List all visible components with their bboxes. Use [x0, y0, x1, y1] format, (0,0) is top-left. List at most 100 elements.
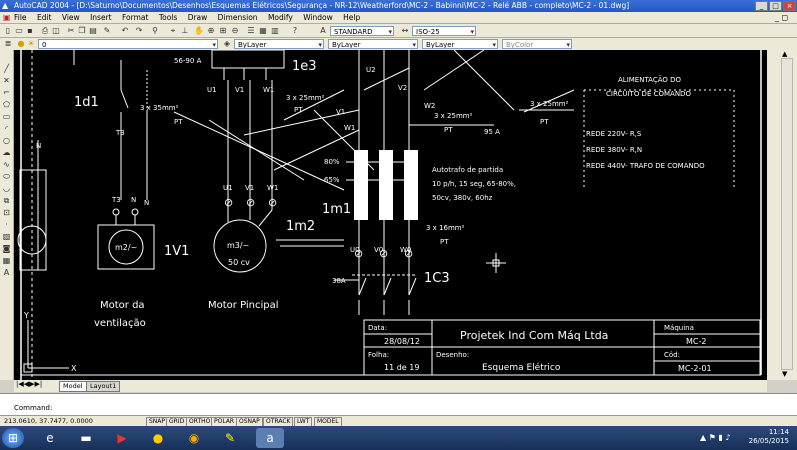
ellipse-icon[interactable]: ⬭: [1, 172, 12, 182]
linetype-select[interactable]: ByLayer: [328, 39, 418, 49]
ucs-y-label: Y: [23, 311, 29, 320]
circle-icon[interactable]: ○: [1, 136, 12, 146]
drawing-area[interactable]: ⊘ ⊘ ⊘ ⊘ ⊘ ⊘ 56-90 A 1e3 1d1 T3 N N U1 V1…: [14, 50, 767, 380]
xline-icon[interactable]: ✕: [1, 76, 12, 86]
horizontal-scrollbar[interactable]: |◀◀▶▶| Model Layout1: [14, 380, 767, 392]
command-prompt: Command:: [14, 404, 53, 412]
toolpalettes-icon[interactable]: ▥: [270, 26, 280, 35]
scroll-down-icon[interactable]: ▼: [782, 370, 787, 378]
terminal-n-upper: N: [144, 199, 149, 207]
zoom-realtime-icon[interactable]: ⊕: [206, 26, 216, 35]
menu-dimension[interactable]: Dimension: [218, 13, 258, 22]
text-style-select[interactable]: STANDARD: [330, 26, 394, 36]
terminal-u0: U0: [350, 246, 360, 254]
help-icon[interactable]: ?: [290, 26, 300, 35]
mtext-icon[interactable]: A: [1, 268, 12, 278]
zoom-previous-icon[interactable]: ⊖: [230, 26, 240, 35]
plotstyle-select[interactable]: ByColor: [502, 39, 572, 49]
make-block-icon[interactable]: ⊡: [1, 208, 12, 218]
menu-view[interactable]: View: [62, 13, 80, 22]
system-clock[interactable]: 11:14 26/05/2015: [749, 428, 789, 446]
line-icon[interactable]: ╱: [1, 64, 12, 74]
rectangle-icon[interactable]: ▭: [1, 112, 12, 122]
properties-icon[interactable]: ☰: [246, 26, 256, 35]
draw-toolbar: ╱ ✕ ⌐ ⬠ ▭ ◜ ○ ☁ ∿ ⬭ ◡ ⧉ ⊡ · ▧ ◙ ▦ A: [0, 50, 14, 380]
menu-insert[interactable]: Insert: [90, 13, 112, 22]
lineweight-select[interactable]: ByLayer: [422, 39, 498, 49]
menu-edit[interactable]: Edit: [37, 13, 52, 22]
close-button[interactable]: ×: [783, 1, 796, 11]
menu-draw[interactable]: Draw: [188, 13, 208, 22]
hatch-icon[interactable]: ▧: [1, 232, 12, 242]
supply-line-3: REDE 440V- TRAFO DE COMANDO: [586, 162, 705, 170]
table-icon[interactable]: ▦: [1, 256, 12, 266]
title-bar: ▲ AutoCAD 2004 - [D:\Saturno\Documentos\…: [0, 0, 797, 12]
tab-model[interactable]: Model: [59, 381, 87, 392]
pan-icon[interactable]: ✋: [194, 26, 204, 35]
tray-icons[interactable]: ▲ ⚑ ▮ ♪: [700, 433, 730, 442]
menu-help[interactable]: Help: [343, 13, 360, 22]
layer-select[interactable]: 0: [38, 39, 218, 49]
dim-style-select[interactable]: ISO-25: [412, 26, 476, 36]
polyline-icon[interactable]: ⌐: [1, 88, 12, 98]
cable-pt-mid: PT: [294, 106, 303, 114]
cable-25-far: 3 x 25mm²: [530, 100, 569, 108]
minimize-button[interactable]: _: [755, 1, 768, 11]
hyperlink-icon[interactable]: ⚲: [150, 26, 160, 35]
make-current-icon[interactable]: ◈: [222, 39, 232, 48]
command-window[interactable]: Command:: [0, 393, 797, 416]
region-icon[interactable]: ◙: [1, 244, 12, 254]
tab-nav-icon[interactable]: |◀◀▶▶|: [16, 380, 42, 388]
document-icon[interactable]: ▣: [3, 12, 11, 23]
cut-icon[interactable]: ✂: [66, 26, 76, 35]
vertical-scroll-track[interactable]: [781, 58, 793, 370]
cable-pt-far: PT: [540, 118, 549, 126]
menu-tools[interactable]: Tools: [159, 13, 177, 22]
arc-icon[interactable]: ◜: [1, 124, 12, 134]
spline-icon[interactable]: ∿: [1, 160, 12, 170]
paste-icon[interactable]: ▤: [88, 26, 98, 35]
standard-toolbar: ▯ ▭ ▪ ⎙ ◫ ✂ ❐ ▤ ✎ ↶ ↷ ⚲ ⌖ ⊥ ✋ ⊕ ⊞ ⊖ ☰ ▦ …: [0, 24, 797, 38]
menu-window[interactable]: Window: [303, 13, 333, 22]
preview-icon[interactable]: ◫: [51, 26, 61, 35]
zoom-window-icon[interactable]: ⊞: [218, 26, 228, 35]
maximize-button[interactable]: □: [769, 1, 782, 11]
terminal-v2: V2: [398, 84, 407, 92]
scroll-up-icon[interactable]: ▲: [782, 50, 787, 58]
copy-icon[interactable]: ❐: [77, 26, 87, 35]
layer-manager-icon[interactable]: ≣: [3, 39, 13, 48]
matchprop-icon[interactable]: ✎: [102, 26, 112, 35]
chrome-icon[interactable]: ●: [144, 428, 172, 448]
save-icon[interactable]: ▪: [25, 26, 35, 35]
ucs-icon[interactable]: ⊥: [180, 26, 190, 35]
ellipse-arc-icon[interactable]: ◡: [1, 184, 12, 194]
revcloud-icon[interactable]: ☁: [1, 148, 12, 158]
open-icon[interactable]: ▭: [14, 26, 24, 35]
notes-icon[interactable]: ✎: [216, 428, 244, 448]
autocad-task-icon[interactable]: a: [256, 428, 284, 448]
new-icon[interactable]: ▯: [3, 26, 13, 35]
menu-file[interactable]: File: [14, 13, 27, 22]
media-player-icon[interactable]: ▶: [108, 428, 136, 448]
terminal-v1-top: V1: [235, 86, 244, 94]
start-button[interactable]: ⊞: [2, 428, 24, 448]
menu-format[interactable]: Format: [122, 13, 148, 22]
tab-layout1[interactable]: Layout1: [86, 381, 121, 392]
print-icon[interactable]: ⎙: [40, 26, 50, 35]
vertical-scrollbar[interactable]: ▲ ▼: [767, 50, 797, 380]
designcenter-icon[interactable]: ▦: [258, 26, 268, 35]
firefox-icon[interactable]: ◉: [180, 428, 208, 448]
explorer-icon[interactable]: ▬: [72, 428, 100, 448]
undo-icon[interactable]: ↶: [120, 26, 130, 35]
menu-modify[interactable]: Modify: [268, 13, 293, 22]
motor-main-u1: U1: [223, 184, 233, 192]
color-select[interactable]: ByLayer: [234, 39, 324, 49]
insert-block-icon[interactable]: ⧉: [1, 196, 12, 206]
autocad-app-icon[interactable]: ▲: [2, 0, 8, 12]
polygon-icon[interactable]: ⬠: [1, 100, 12, 110]
motor-vent-n: N: [131, 196, 136, 204]
point-icon[interactable]: ·: [1, 220, 12, 230]
redo-icon[interactable]: ↷: [134, 26, 144, 35]
osnap-icon[interactable]: ⌖: [168, 26, 178, 35]
ie-icon[interactable]: e: [36, 428, 64, 448]
